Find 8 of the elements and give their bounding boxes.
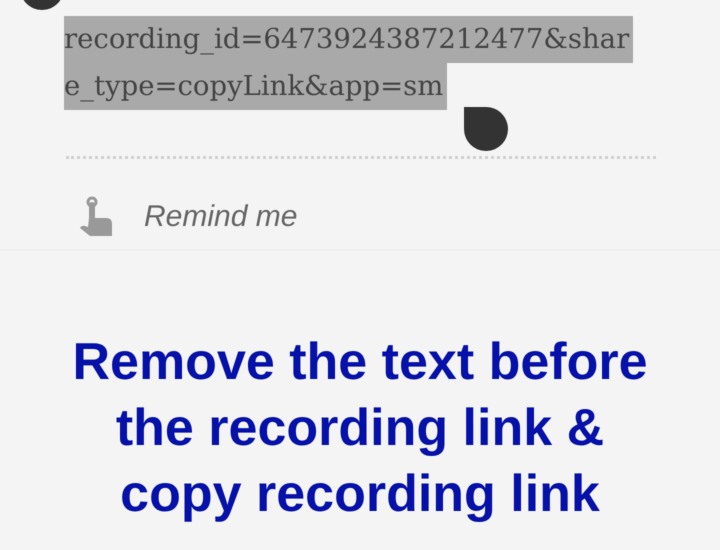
- finger-icon: [78, 196, 114, 238]
- selection-handle[interactable]: [464, 107, 508, 151]
- selected-text: recording_id=6473924387212477&shar: [64, 16, 634, 63]
- selected-text: e_type=copyLink&app=sm: [64, 63, 448, 110]
- caption-text: copy recording link: [120, 464, 600, 525]
- caption-text: Remove the text before: [72, 332, 648, 393]
- remind-me-label[interactable]: Remind me: [144, 200, 298, 234]
- caption-text: the recording link &: [116, 398, 604, 459]
